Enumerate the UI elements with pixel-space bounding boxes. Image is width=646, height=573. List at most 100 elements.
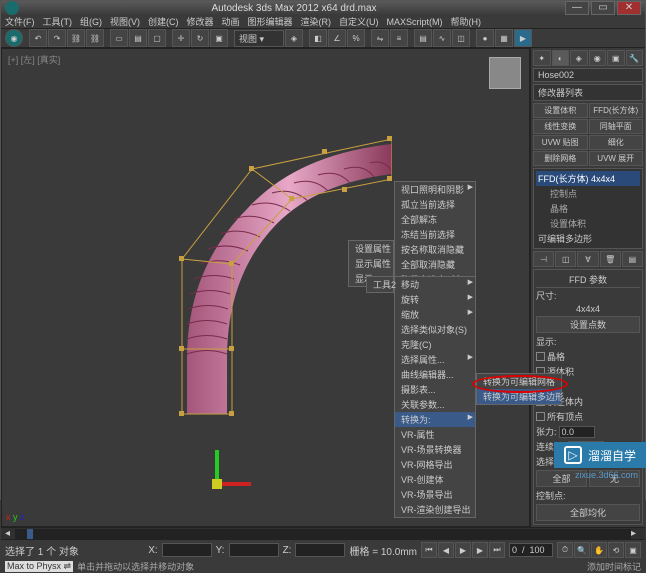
ctx-isolate[interactable]: 孤立当前选择 — [395, 197, 475, 212]
ctx-sel-props[interactable]: 选择属性... — [395, 352, 475, 367]
app-menu-button[interactable]: ◉ — [5, 29, 23, 47]
ctrl-uniform-button[interactable]: 全部均化 — [536, 504, 640, 521]
menu-maxscript[interactable]: MAXScript(M) — [387, 17, 443, 27]
mod-btn-3[interactable]: 同轴平面 — [589, 119, 644, 134]
mod-btn-2[interactable]: 线性变换 — [533, 119, 588, 134]
time-slider[interactable]: ◂ ▸ — [1, 527, 645, 539]
menu-tools[interactable]: 工具(T) — [43, 15, 73, 28]
menu-render[interactable]: 渲染(R) — [301, 15, 332, 28]
tab-modify[interactable]: ◐ — [552, 50, 570, 66]
snap-button[interactable]: ◧ — [309, 29, 327, 47]
mirror-button[interactable]: ⇋ — [371, 29, 389, 47]
mod-btn-5[interactable]: 细化 — [589, 135, 644, 150]
schematic-button[interactable]: ◫ — [452, 29, 470, 47]
move-button[interactable]: ✛ — [172, 29, 190, 47]
ctx-set-props[interactable]: 设置属性 — [349, 241, 393, 256]
ctx-to-editable-mesh[interactable]: 转换为可编辑网格 — [477, 374, 561, 389]
menu-modifiers[interactable]: 修改器 — [187, 15, 214, 28]
next-frame-button[interactable]: ▶ — [472, 542, 488, 558]
prev-frame-button[interactable]: ◀ — [438, 542, 454, 558]
stack-ffd[interactable]: FFD(长方体) 4x4x4 — [536, 171, 640, 186]
goto-start-button[interactable]: ⏮ — [421, 542, 437, 558]
menu-help[interactable]: 帮助(H) — [451, 15, 482, 28]
y-field[interactable] — [229, 543, 279, 557]
menu-file[interactable]: 文件(F) — [5, 15, 35, 28]
unlink-button[interactable]: ⛓ — [86, 29, 104, 47]
ctx-vr-create[interactable]: VR-创建体 — [395, 472, 475, 487]
minimize-button[interactable]: — — [565, 1, 589, 15]
frame-field[interactable] — [509, 543, 553, 557]
ctx-curve-editor[interactable]: 曲线编辑器... — [395, 367, 475, 382]
angle-snap-button[interactable]: ∠ — [328, 29, 346, 47]
ctx-scale[interactable]: 缩放 — [395, 307, 475, 322]
lattice-checkbox[interactable] — [536, 352, 545, 361]
stack-epoly[interactable]: 可编辑多边形 — [536, 231, 640, 246]
view-cube[interactable] — [489, 57, 521, 89]
align-button[interactable]: ≡ — [390, 29, 408, 47]
maximize-vp-button[interactable]: ▣ — [625, 542, 641, 558]
zoom-ext-button[interactable]: 🔍 — [574, 542, 590, 558]
mod-btn-0[interactable]: 设置体积 — [533, 103, 588, 118]
material-button[interactable]: ● — [476, 29, 494, 47]
layer-button[interactable]: ▤ — [414, 29, 432, 47]
x-field[interactable] — [162, 543, 212, 557]
stack-sub-setvol[interactable]: 设置体积 — [536, 216, 640, 231]
scale-button[interactable]: ▣ — [210, 29, 228, 47]
redo-button[interactable]: ↷ — [48, 29, 66, 47]
ctx-freeze-sel[interactable]: 冻结当前选择 — [395, 227, 475, 242]
ctx-to-editable-poly[interactable]: 转换为可编辑多边形 — [477, 389, 561, 404]
render-button[interactable]: ▶ — [514, 29, 532, 47]
modifier-list-dropdown[interactable]: 修改器列表 — [533, 84, 643, 101]
play-button[interactable]: ▶ — [455, 542, 471, 558]
select-button[interactable]: ▭ — [110, 29, 128, 47]
menu-animation[interactable]: 动画 — [222, 15, 240, 28]
mod-btn-6[interactable]: 删除网格 — [533, 151, 588, 166]
select-name-button[interactable]: ▤ — [129, 29, 147, 47]
ffd-set-points-button[interactable]: 设置点数 — [536, 316, 640, 333]
modifier-stack[interactable]: FFD(长方体) 4x4x4 控制点 晶格 设置体积 可编辑多边形 — [533, 168, 643, 249]
tab-create[interactable]: ✦ — [533, 50, 551, 66]
ctx-unhide-all[interactable]: 全部取消隐藏 — [395, 257, 475, 272]
time-config-button[interactable]: ⏱ — [557, 542, 573, 558]
tab-utilities[interactable]: 🔧 — [626, 50, 644, 66]
timeline-key[interactable] — [27, 529, 33, 539]
undo-button[interactable]: ↶ — [29, 29, 47, 47]
ctx-move[interactable]: 移动 — [395, 277, 475, 292]
mod-btn-7[interactable]: UVW 展开 — [589, 151, 644, 166]
ctx-rotate[interactable]: 旋转 — [395, 292, 475, 307]
timeline-track[interactable] — [15, 529, 631, 539]
ctx-vr-props[interactable]: VR-属性 — [395, 427, 475, 442]
ctx-dope-sheet[interactable]: 摄影表... — [395, 382, 475, 397]
curve-editor-button[interactable]: ∿ — [433, 29, 451, 47]
mod-btn-1[interactable]: FFD(长方体) — [589, 103, 644, 118]
stack-sub-cp[interactable]: 控制点 — [536, 186, 640, 201]
ctx-viewport-lighting[interactable]: 视口照明和阴影 — [395, 182, 475, 197]
link-button[interactable]: ⛓ — [67, 29, 85, 47]
ctx-disp-props[interactable]: 显示属性 — [349, 256, 393, 271]
menu-view[interactable]: 视图(V) — [110, 15, 140, 28]
stack-config-button[interactable]: ▤ — [622, 251, 643, 267]
ref-coord-dropdown[interactable]: 视图 ▾ — [234, 30, 284, 47]
mod-btn-4[interactable]: UVW 贴图 — [533, 135, 588, 150]
tension-spinner[interactable] — [559, 426, 595, 438]
goto-end-button[interactable]: ⏭ — [489, 542, 505, 558]
ctx-vr-mesh-export[interactable]: VR-网格导出 — [395, 457, 475, 472]
ctx-select-similar[interactable]: 选择类似对象(S) — [395, 322, 475, 337]
menu-create[interactable]: 创建(C) — [148, 15, 179, 28]
ctx-wire-params[interactable]: 关联参数... — [395, 397, 475, 412]
pivot-button[interactable]: ◈ — [285, 29, 303, 47]
percent-snap-button[interactable]: % — [347, 29, 365, 47]
stack-pin-button[interactable]: ⊣ — [533, 251, 554, 267]
z-field[interactable] — [295, 543, 345, 557]
orbit-button[interactable]: ⟲ — [608, 542, 624, 558]
rotate-button[interactable]: ↻ — [191, 29, 209, 47]
tab-hierarchy[interactable]: ◈ — [570, 50, 588, 66]
menu-customize[interactable]: 自定义(U) — [339, 15, 379, 28]
ctx-clone[interactable]: 克隆(C) — [395, 337, 475, 352]
viewport-label[interactable]: [+] [左] [真实] — [8, 53, 60, 66]
ctx-convert-to[interactable]: 转换为: — [395, 412, 475, 427]
maximize-button[interactable]: ▭ — [591, 1, 615, 15]
ctx-unhide-name[interactable]: 按名称取消隐藏 — [395, 242, 475, 257]
all-verts-radio[interactable] — [536, 412, 545, 421]
menu-graph[interactable]: 图形编辑器 — [248, 15, 293, 28]
